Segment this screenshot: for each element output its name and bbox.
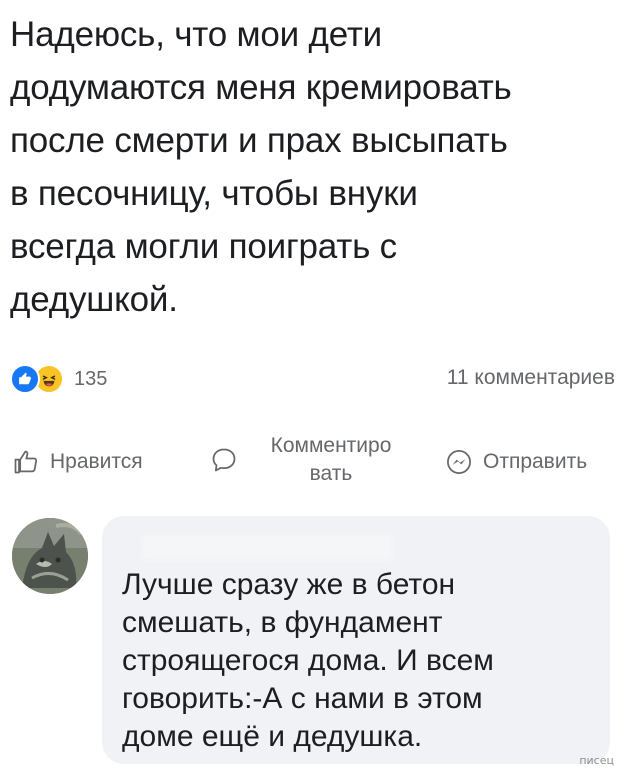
post-stats: 135 11 комментариев bbox=[10, 360, 615, 396]
comment-text-line: Лучше сразу же в бетон bbox=[122, 568, 456, 601]
like-reaction-icon bbox=[10, 364, 40, 394]
thumbs-up-icon bbox=[12, 448, 40, 476]
comment-button[interactable]: Комментиро вать bbox=[210, 432, 414, 488]
comment-bubble: Лучше сразу же в бетон смешать, в фундам… bbox=[102, 516, 610, 764]
post-text: Надеюсь, что мои дети додумаются меня кр… bbox=[10, 8, 610, 326]
post-text-line: додумаются меня кремировать bbox=[10, 68, 512, 107]
comment-label: Комментиро вать bbox=[270, 434, 392, 485]
comment-text-line: строящегося дома. И всем bbox=[122, 644, 494, 677]
messenger-icon bbox=[445, 448, 473, 476]
reactions-summary[interactable]: 135 bbox=[10, 364, 107, 394]
comment-text-line: говорить:-А с нами в этом bbox=[122, 682, 483, 715]
share-button[interactable]: Отправить bbox=[445, 448, 587, 476]
reaction-count: 135 bbox=[74, 367, 108, 390]
post-text-line: дедушкой. bbox=[10, 280, 178, 319]
blurred-author-name bbox=[142, 534, 392, 560]
like-label: Нравится bbox=[50, 450, 143, 473]
watermark: писец bbox=[579, 754, 614, 767]
post-text-line: Надеюсь, что мои дети bbox=[10, 15, 383, 54]
comment-text: Лучше сразу же в бетон смешать, в фундам… bbox=[122, 566, 602, 756]
avatar[interactable] bbox=[12, 518, 88, 594]
comments-count-link[interactable]: 11 комментариев bbox=[447, 366, 615, 390]
comment: Лучше сразу же в бетон смешать, в фундам… bbox=[12, 516, 612, 771]
comment-text-line: доме ещё и дедушка. bbox=[122, 720, 423, 753]
post-text-line: в песочницу, чтобы внуки bbox=[10, 174, 418, 213]
comment-text-line: смешать, в фундамент bbox=[122, 606, 443, 639]
post-text-line: всегда могли поиграть с bbox=[10, 227, 397, 266]
share-label: Отправить bbox=[483, 450, 588, 473]
post-actions: Нравится Комментиро вать Отправить bbox=[10, 420, 615, 500]
comment-author[interactable] bbox=[132, 528, 392, 564]
comment-icon bbox=[210, 446, 238, 474]
like-button[interactable]: Нравится bbox=[12, 448, 143, 476]
post-text-line: после смерти и прах высыпать bbox=[10, 121, 508, 160]
